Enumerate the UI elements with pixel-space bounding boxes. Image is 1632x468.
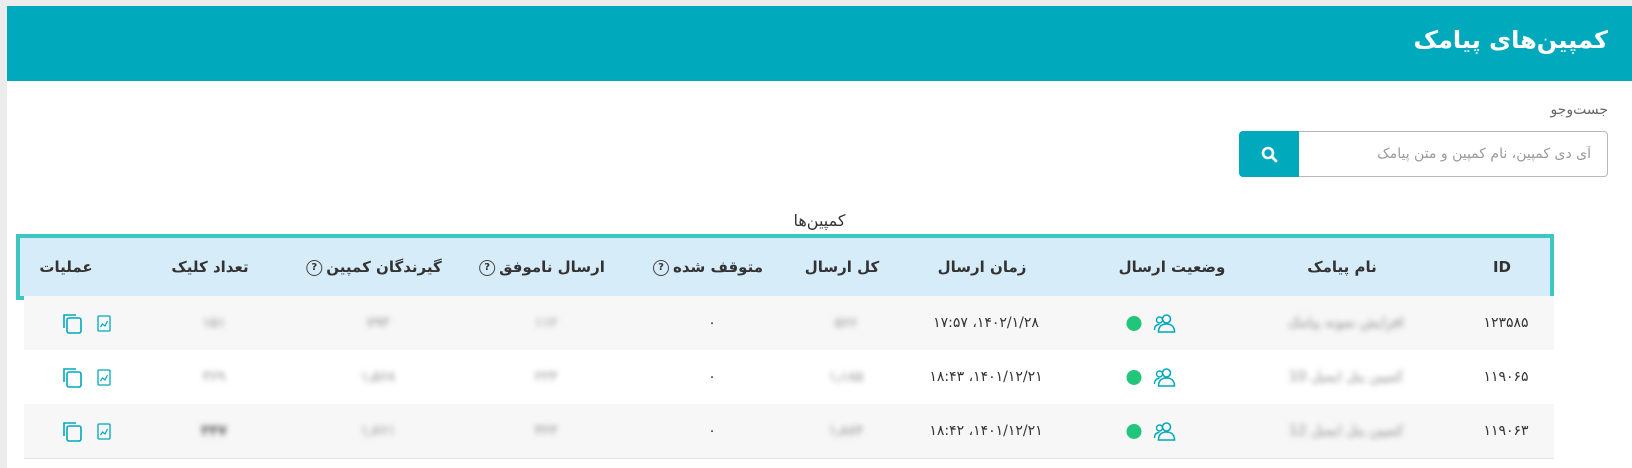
search-input[interactable] — [1299, 131, 1608, 177]
status-dot — [1126, 369, 1142, 385]
page-title: کمپین‌های پیامک — [1413, 26, 1609, 54]
cell-clicks: ۳۶۹ — [202, 369, 226, 385]
column-header-total[interactable]: کل ارسال — [805, 238, 880, 296]
cell-ops — [61, 404, 111, 458]
help-icon[interactable]: ? — [653, 259, 669, 276]
cell-status — [1126, 296, 1176, 350]
report-icon[interactable] — [97, 422, 111, 440]
cell-clicks: ۳۴۷ — [201, 423, 227, 439]
table-row: ۱۱۹۰۶۳ کمپین پنل ایمیل 12 ۱۴۰۱/۱۲/۲۱، ۱۸… — [24, 404, 1554, 459]
table-caption: کمپین‌ها — [793, 211, 846, 230]
cell-time: ۱۴۰۱/۱۲/۲۱، ۱۸:۴۲ — [929, 423, 1043, 439]
cell-name: افزایش نمونه پیامک — [1288, 315, 1404, 331]
column-header-failed[interactable]: ارسال ناموفق? — [479, 238, 605, 296]
cell-id: ۱۱۹۰۶۳ — [1483, 423, 1529, 439]
cell-id: ۱۲۳۵۸۵ — [1483, 315, 1529, 331]
search-box — [1235, 131, 1608, 177]
report-icon[interactable] — [97, 368, 111, 386]
column-header-ops: عملیات — [39, 258, 93, 276]
column-header-clicks[interactable]: تعداد کلیک — [171, 238, 248, 296]
column-header-stopped[interactable]: متوقف شده? — [653, 238, 763, 296]
help-icon[interactable]: ? — [306, 259, 323, 276]
cell-ops — [61, 296, 111, 350]
cell-stopped: ۰ — [708, 369, 716, 385]
search-button[interactable] — [1239, 131, 1299, 177]
cell-failed: ۳۲۳ — [534, 423, 558, 439]
cell-status — [1126, 350, 1176, 404]
users-icon[interactable] — [1153, 313, 1176, 333]
copy-icon[interactable] — [61, 366, 83, 388]
status-dot — [1126, 423, 1142, 439]
copy-icon[interactable] — [61, 420, 83, 442]
top-bar: کمپین‌های پیامک — [7, 6, 1632, 81]
cell-recipients: ۷۹۳ — [366, 315, 390, 331]
cell-total: ۱٫۸۸۴ — [828, 423, 864, 439]
cell-id: ۱۱۹۰۶۵ — [1483, 369, 1529, 385]
cell-name: کمپین پنل ایمیل 12 — [1288, 423, 1404, 439]
help-icon[interactable]: ? — [479, 259, 496, 276]
cell-time: ۱۴۰۱/۱۲/۲۱، ۱۸:۴۳ — [929, 369, 1043, 385]
users-icon[interactable] — [1153, 421, 1176, 441]
cell-time: ۱۴۰۲/۱/۲۸، ۱۷:۵۷ — [933, 315, 1039, 331]
cell-total: ۱٫۱۸۵ — [828, 369, 864, 385]
cell-failed: ۱۱۲ — [534, 315, 558, 331]
table-header: ID نام پیامک وضعیت ارسال زمان ارسال کل ا… — [16, 234, 1554, 300]
column-header-status[interactable]: وضعیت ارسال — [1119, 238, 1226, 296]
column-header-name[interactable]: نام پیامک — [1307, 238, 1377, 296]
cell-stopped: ۰ — [708, 423, 716, 439]
column-header-recipients[interactable]: گیرندگان کمپین? — [306, 238, 442, 296]
copy-icon[interactable] — [61, 312, 83, 334]
cell-recipients: ۱٫۷۶۱ — [360, 423, 396, 439]
search-label: جست‌وجو — [1550, 102, 1608, 118]
status-dot — [1126, 315, 1142, 331]
table-row: ۱۱۹۰۶۵ کمپین پنل ایمیل 10 ۱۴۰۱/۱۲/۲۱، ۱۸… — [24, 350, 1554, 405]
cell-clicks: ۱۵۱ — [202, 315, 226, 331]
report-icon[interactable] — [97, 314, 111, 332]
search-icon — [1261, 146, 1277, 162]
cell-status — [1126, 404, 1176, 458]
cell-stopped: ۰ — [708, 315, 716, 331]
table-row: ۱۲۳۵۸۵ افزایش نمونه پیامک ۱۴۰۲/۱/۲۸، ۱۷:… — [24, 296, 1554, 351]
cell-ops — [61, 350, 111, 404]
cell-total: ۵۶۶ — [834, 315, 858, 331]
column-header-time[interactable]: زمان ارسال — [938, 238, 1027, 296]
cell-recipients: ۱٫۵۶۸ — [360, 369, 396, 385]
users-icon[interactable] — [1153, 367, 1176, 387]
column-header-id[interactable]: ID — [1493, 238, 1511, 296]
cell-failed: ۲۲۳ — [534, 369, 558, 385]
cell-name: کمپین پنل ایمیل 10 — [1288, 369, 1404, 385]
campaigns-page: کمپین‌های پیامک جست‌وجو کمپین‌ها ID نام … — [7, 6, 1632, 468]
